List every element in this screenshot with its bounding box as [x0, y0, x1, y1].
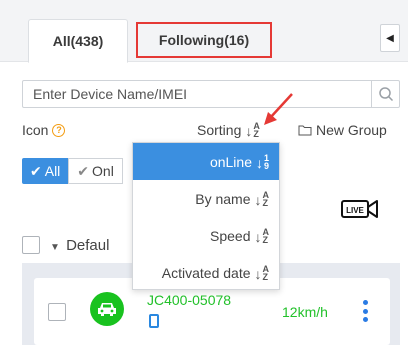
sort-menu: onLine ↓ 19 By name ↓ AZ Speed ↓ AZ Acti…: [132, 142, 280, 290]
sort-menu-item-label: By name: [195, 190, 251, 207]
check-icon: ✔: [77, 162, 90, 179]
phone-icon: [149, 314, 159, 328]
new-group-label: New Group: [316, 122, 387, 138]
sort-az-icon: ↓ AZ: [254, 189, 270, 208]
sort-menu-item-label: onLine: [209, 153, 252, 170]
icon-option[interactable]: Icon ?: [22, 122, 66, 138]
annotation-arrow-icon: [264, 93, 293, 125]
sort-menu-item-by-name[interactable]: By name ↓ AZ: [133, 180, 279, 217]
icon-option-label: Icon: [22, 122, 49, 138]
tab-bar: All(438) Following(16) ◀: [0, 0, 408, 63]
live-icon-label: LIVE: [346, 206, 364, 215]
car-icon: [90, 292, 124, 326]
tab-following[interactable]: Following(16): [136, 22, 272, 58]
tab-all-label: All(438): [52, 33, 104, 49]
sort-az-icon: ↓ AZ: [245, 121, 260, 139]
options-row: Icon ? Sorting ↓ AZ New Group: [22, 122, 406, 140]
tab-scroll-left-button[interactable]: ◀: [380, 24, 400, 52]
sort-az-icon: ↓ AZ: [254, 263, 270, 282]
filter-online-button[interactable]: ✔ Onl: [68, 158, 123, 184]
status-filter: ✔ All ✔ Onl: [22, 158, 123, 184]
tab-all[interactable]: All(438): [28, 19, 128, 63]
sort-menu-item-label: Speed: [210, 227, 251, 244]
device-search: [22, 80, 400, 108]
search-icon: [378, 87, 393, 102]
tab-following-label: Following(16): [158, 32, 250, 48]
help-icon[interactable]: ?: [52, 123, 66, 137]
sorting-button[interactable]: Sorting ↓ AZ: [197, 121, 260, 139]
sort-az-icon: ↓ AZ: [254, 226, 270, 245]
folder-icon: [298, 125, 312, 135]
search-input[interactable]: [23, 81, 371, 107]
search-button[interactable]: [371, 81, 399, 107]
check-icon: ✔: [30, 162, 42, 179]
filter-all-button[interactable]: ✔ All: [22, 158, 69, 184]
caret-down-icon[interactable]: ▼: [50, 242, 60, 253]
group-checkbox[interactable]: [22, 236, 40, 254]
filter-all-label: All: [44, 163, 61, 179]
device-name[interactable]: JC400-05078: [147, 292, 231, 308]
sort-menu-item-online[interactable]: onLine ↓ 19: [133, 143, 279, 180]
sort-menu-item-activated-date[interactable]: Activated date ↓ AZ: [133, 254, 279, 291]
device-speed: 12km/h: [282, 304, 328, 320]
device-checkbox[interactable]: [48, 303, 66, 321]
sort-menu-item-label: Activated date: [161, 264, 251, 281]
filter-online-label: Onl: [92, 163, 114, 179]
live-video-icon[interactable]: LIVE: [341, 198, 379, 220]
sort-numeric-icon: ↓ 19: [255, 152, 269, 171]
sort-menu-item-speed[interactable]: Speed ↓ AZ: [133, 217, 279, 254]
group-default-row[interactable]: ▼ Defaul: [22, 236, 109, 254]
sorting-label: Sorting: [197, 122, 242, 138]
more-vertical-icon[interactable]: [362, 300, 368, 322]
group-label: Defaul: [66, 236, 110, 254]
triangle-left-icon: ◀: [386, 32, 394, 44]
new-group-button[interactable]: New Group: [298, 122, 387, 138]
